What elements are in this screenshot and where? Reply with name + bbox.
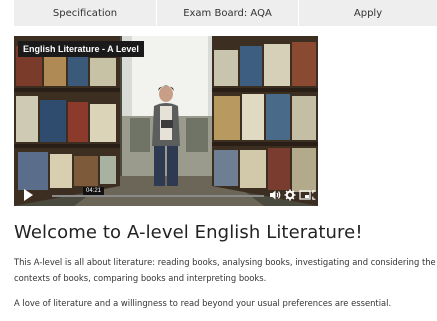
play-icon[interactable] bbox=[24, 189, 33, 201]
video-controls: 04:21 bbox=[14, 184, 318, 206]
volume-icon[interactable] bbox=[269, 189, 281, 201]
course-tabs: Specification Exam Board: AQA Apply bbox=[14, 0, 437, 26]
tab-exam-board[interactable]: Exam Board: AQA bbox=[156, 0, 298, 26]
gear-icon[interactable] bbox=[284, 189, 296, 201]
timestamp-tooltip: 04:21 bbox=[83, 187, 105, 195]
tab-specification[interactable]: Specification bbox=[14, 0, 156, 26]
video-title: English Literature - A Level bbox=[18, 41, 144, 57]
tab-apply[interactable]: Apply bbox=[298, 0, 437, 26]
fullscreen-icon[interactable] bbox=[312, 189, 318, 201]
page-heading: Welcome to A-level English Literature! bbox=[14, 222, 363, 243]
requirements-paragraph: A love of literature and a willingness t… bbox=[14, 298, 392, 308]
progress-bar[interactable]: 04:21 bbox=[52, 187, 264, 197]
intro-paragraph: This A-level is all about literature: re… bbox=[14, 257, 436, 283]
video-player[interactable]: English Literature - A Level 04:21 bbox=[14, 36, 318, 206]
picture-in-picture-icon[interactable] bbox=[299, 189, 311, 201]
video-frame bbox=[14, 36, 318, 206]
